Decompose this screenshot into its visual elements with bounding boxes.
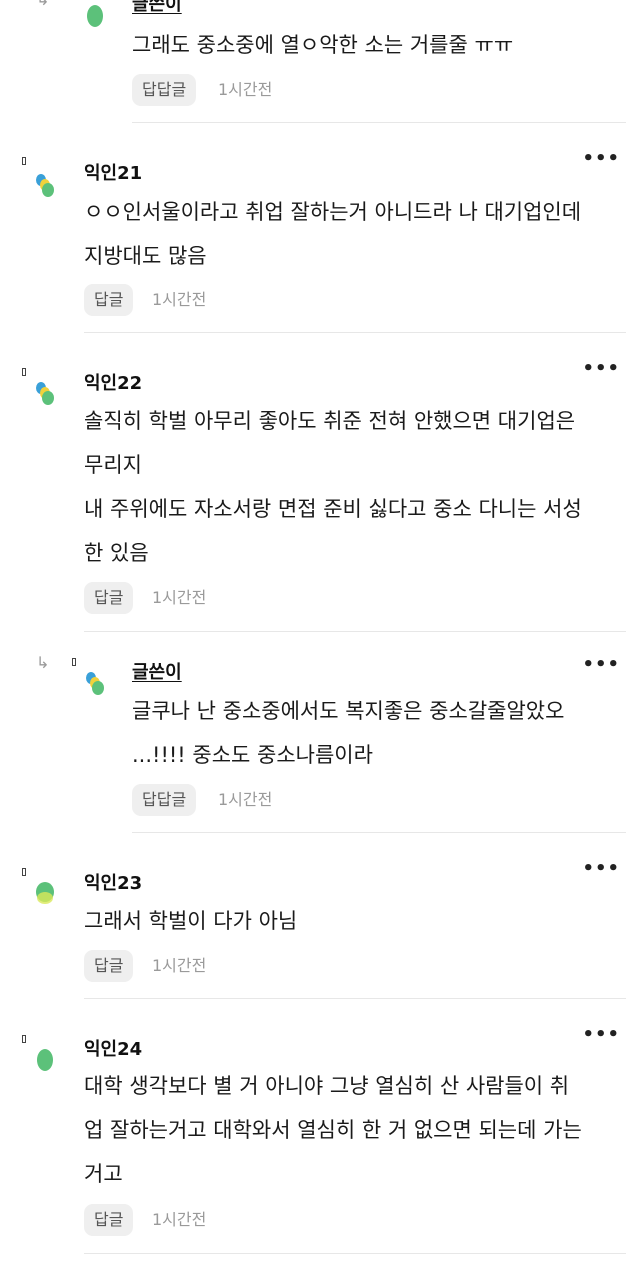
comment-text: 대학 생각보다 별 거 아니야 그냥 열심히 산 사람들이 취 <box>84 1074 570 1098</box>
reply-button[interactable]: 답글 <box>84 582 134 614</box>
more-options-icon[interactable]: ••• <box>582 360 620 378</box>
divider <box>84 1253 626 1254</box>
timestamp: 1시간전 <box>152 956 207 975</box>
reply-arrow-icon: ↳ <box>36 0 49 8</box>
divider <box>84 998 626 999</box>
timestamp: 1시간전 <box>218 80 273 99</box>
author-name[interactable]: 익인21 <box>84 159 142 185</box>
pin-icon <box>22 368 26 376</box>
comment-text: 한 있음 <box>84 541 149 565</box>
timestamp: 1시간전 <box>152 588 207 607</box>
more-options-icon[interactable]: ••• <box>582 150 620 168</box>
comment-text: 무리지 <box>84 453 142 477</box>
comment-text: 그래서 학벌이 다가 아님 <box>84 909 298 933</box>
more-options-icon[interactable]: ••• <box>582 656 620 674</box>
timestamp: 1시간전 <box>218 790 273 809</box>
pin-icon <box>22 1035 26 1043</box>
author-name[interactable]: 익인24 <box>84 1035 142 1061</box>
avatar[interactable] <box>84 2 106 30</box>
comment-text: ...!!!! 중소도 중소나름이라 <box>132 743 373 767</box>
more-options-icon[interactable]: ••• <box>582 1026 620 1044</box>
comment-text: 그래도 중소중에 열ㅇ악한 소는 거를줄 ㅠㅠ <box>132 33 514 57</box>
avatar[interactable] <box>84 670 106 698</box>
divider <box>84 631 626 632</box>
reply-button[interactable]: 답글 <box>84 284 134 316</box>
reply-button[interactable]: 답답글 <box>132 784 197 816</box>
author-name[interactable]: 익인22 <box>84 369 142 395</box>
divider <box>84 332 626 333</box>
comment-text: 글쿠나 난 중소중에서도 복지좋은 중소갈줄알았오 <box>132 699 565 723</box>
divider <box>132 122 626 123</box>
timestamp: 1시간전 <box>152 1210 207 1229</box>
pin-icon <box>22 868 26 876</box>
avatar[interactable] <box>34 1046 56 1074</box>
timestamp: 1시간전 <box>152 290 207 309</box>
comment-text: 지방대도 많음 <box>84 244 207 268</box>
comment-text: 거고 <box>84 1162 123 1186</box>
pin-icon <box>22 157 26 165</box>
author-name[interactable]: 글쓴이 <box>132 0 182 16</box>
avatar[interactable] <box>34 380 56 408</box>
reply-button[interactable]: 답글 <box>84 1204 134 1236</box>
author-name[interactable]: 글쓴이 <box>132 658 182 684</box>
reply-arrow-icon: ↳ <box>36 653 50 672</box>
comment-text: 내 주위에도 자소서랑 면접 준비 싫다고 중소 다니는 서성 <box>84 497 582 521</box>
avatar[interactable] <box>34 880 56 908</box>
more-options-icon[interactable]: ••• <box>582 860 620 878</box>
divider <box>132 832 626 833</box>
reply-button[interactable]: 답답글 <box>132 74 197 106</box>
pin-icon <box>72 658 76 666</box>
comment-text: ㅇㅇ인서울이라고 취업 잘하는거 아니드라 나 대기업인데 <box>84 200 582 224</box>
author-name[interactable]: 익인23 <box>84 869 142 895</box>
comment-text: 업 잘하는거고 대학와서 열심히 한 거 없으면 되는데 가는 <box>84 1118 582 1142</box>
avatar[interactable] <box>34 172 56 200</box>
comment-text: 솔직히 학벌 아무리 좋아도 취준 전혀 안했으면 대기업은 <box>84 409 576 433</box>
reply-button[interactable]: 답글 <box>84 950 134 982</box>
